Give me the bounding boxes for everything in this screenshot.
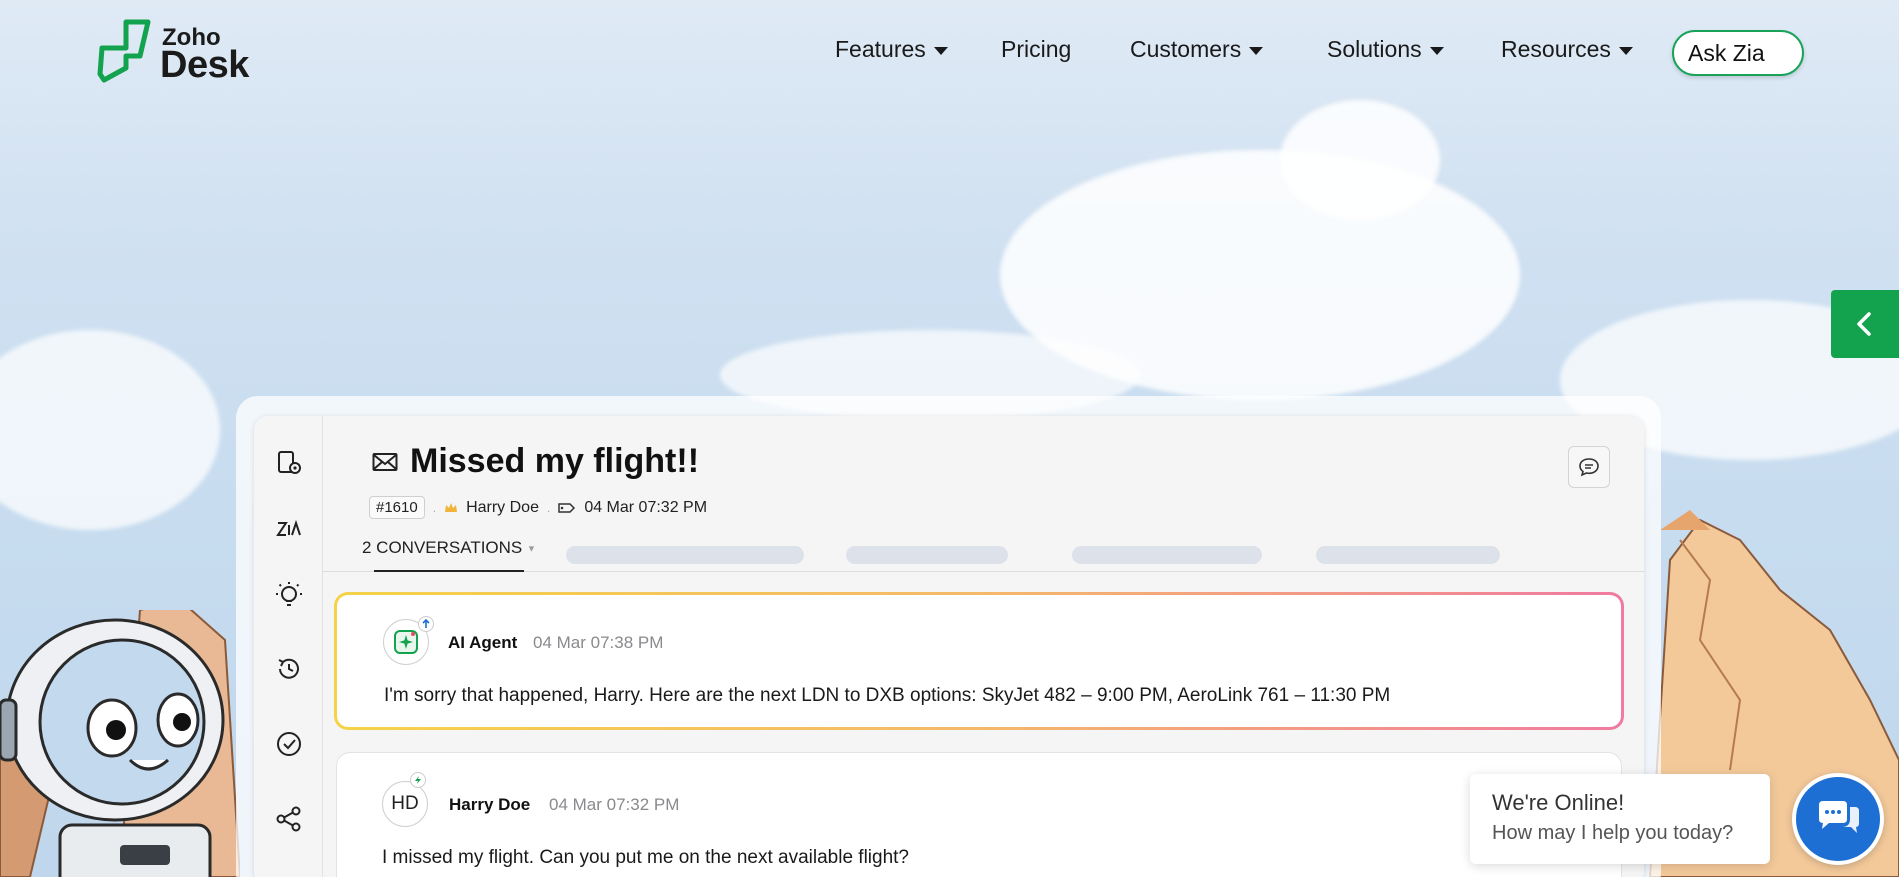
cloud-decoration xyxy=(0,330,220,530)
zia-icon[interactable] xyxy=(274,514,304,544)
avatar-initials: HD xyxy=(391,793,419,814)
message-body: I missed my flight. Can you put me on th… xyxy=(382,847,909,868)
zoho-desk-logo[interactable]: Zoho Desk xyxy=(96,18,256,88)
caret-down-icon xyxy=(1249,46,1264,55)
ticket-title: Missed my flight!! xyxy=(410,442,700,480)
ticket-tag-icon xyxy=(558,502,576,513)
chat-bubbles-icon xyxy=(1819,801,1859,833)
nav-resources[interactable]: Resources xyxy=(1501,36,1633,63)
chat-greeting-subtitle: How may I help you today? xyxy=(1492,822,1734,844)
envelope-icon xyxy=(372,452,398,471)
nav-features-label: Features xyxy=(835,36,926,62)
robot-mascot-illustration xyxy=(0,610,240,877)
nav-customers-label: Customers xyxy=(1130,36,1242,62)
ticket-meta: #1610 . Harry Doe . 04 Mar 07:32 PM xyxy=(369,496,707,519)
ticket-created-time: 04 Mar 07:32 PM xyxy=(584,498,708,516)
chevron-left-icon xyxy=(1857,312,1871,336)
rail-divider xyxy=(322,416,323,877)
tab-placeholder xyxy=(1316,546,1500,564)
tab-placeholder xyxy=(1072,546,1262,564)
tab-placeholder xyxy=(846,546,1008,564)
message-sender: AI Agent xyxy=(448,633,518,652)
conversation-item-customer[interactable]: HD Harry Doe 04 Mar 07:32 PM I missed my… xyxy=(336,752,1622,877)
history-icon[interactable] xyxy=(274,654,304,684)
caret-down-icon xyxy=(933,46,948,55)
nav-solutions[interactable]: Solutions xyxy=(1327,36,1444,63)
channel-badge-icon xyxy=(410,772,426,788)
nav-features[interactable]: Features xyxy=(835,36,948,63)
caret-down-icon: ▼ xyxy=(527,543,536,554)
tab-conversations[interactable]: 2 CONVERSATIONS ▼ xyxy=(362,538,536,558)
site-header: Zoho Desk Features Pricing Customers Sol… xyxy=(0,0,1899,104)
share-icon[interactable] xyxy=(274,804,304,834)
customer-avatar: HD xyxy=(382,772,428,827)
meta-separator: . xyxy=(546,500,551,515)
nav-solutions-label: Solutions xyxy=(1327,36,1422,62)
message-time: 04 Mar 07:32 PM xyxy=(549,795,680,814)
ai-sparkle-icon xyxy=(394,630,418,654)
ticket-settings-icon[interactable] xyxy=(274,448,304,478)
logo-text-desk: Desk xyxy=(160,44,249,86)
nav-resources-label: Resources xyxy=(1501,36,1611,62)
comment-button[interactable] xyxy=(1568,446,1610,488)
nav-pricing-label: Pricing xyxy=(1001,36,1072,62)
ticket-id: #1610 xyxy=(369,496,425,519)
meta-separator: . xyxy=(432,500,437,515)
zoho-desk-logo-icon xyxy=(97,19,151,83)
chat-greeting-title: We're Online! xyxy=(1492,790,1625,815)
ticket-customer: Harry Doe xyxy=(466,498,539,516)
live-chat-greeting[interactable]: We're Online! How may I help you today? xyxy=(1470,774,1770,864)
live-chat-button[interactable] xyxy=(1792,773,1884,865)
active-tab-indicator xyxy=(374,570,524,572)
cloud-decoration xyxy=(1280,100,1440,220)
crown-icon xyxy=(445,502,458,512)
ticket-card: Missed my flight!! #1610 . Harry Doe . 0… xyxy=(254,416,1644,877)
ask-zia-button[interactable]: Ask Zia xyxy=(1672,30,1804,76)
comment-icon xyxy=(1579,458,1599,477)
nav-pricing[interactable]: Pricing xyxy=(1001,36,1071,63)
ticket-side-rail xyxy=(254,416,322,877)
message-sender: Harry Doe xyxy=(449,795,531,814)
caret-down-icon xyxy=(1429,46,1444,55)
caret-down-icon xyxy=(1618,46,1633,55)
ai-agent-avatar xyxy=(383,616,434,665)
lightbulb-icon[interactable] xyxy=(274,580,304,610)
channel-badge-icon xyxy=(418,616,434,632)
conversation-item-ai-agent[interactable]: AI Agent 04 Mar 07:38 PM I'm sorry that … xyxy=(334,592,1624,730)
tab-conversations-label: 2 CONVERSATIONS xyxy=(362,538,523,557)
message-time: 04 Mar 07:38 PM xyxy=(533,633,664,652)
nav-customers[interactable]: Customers xyxy=(1130,36,1264,63)
tab-placeholder xyxy=(566,546,804,564)
message-body: I'm sorry that happened, Harry. Here are… xyxy=(384,685,1391,706)
side-panel-toggle[interactable] xyxy=(1831,290,1899,358)
ticket-title-row: Missed my flight!! xyxy=(372,442,699,481)
checkmark-circle-icon[interactable] xyxy=(274,729,304,759)
